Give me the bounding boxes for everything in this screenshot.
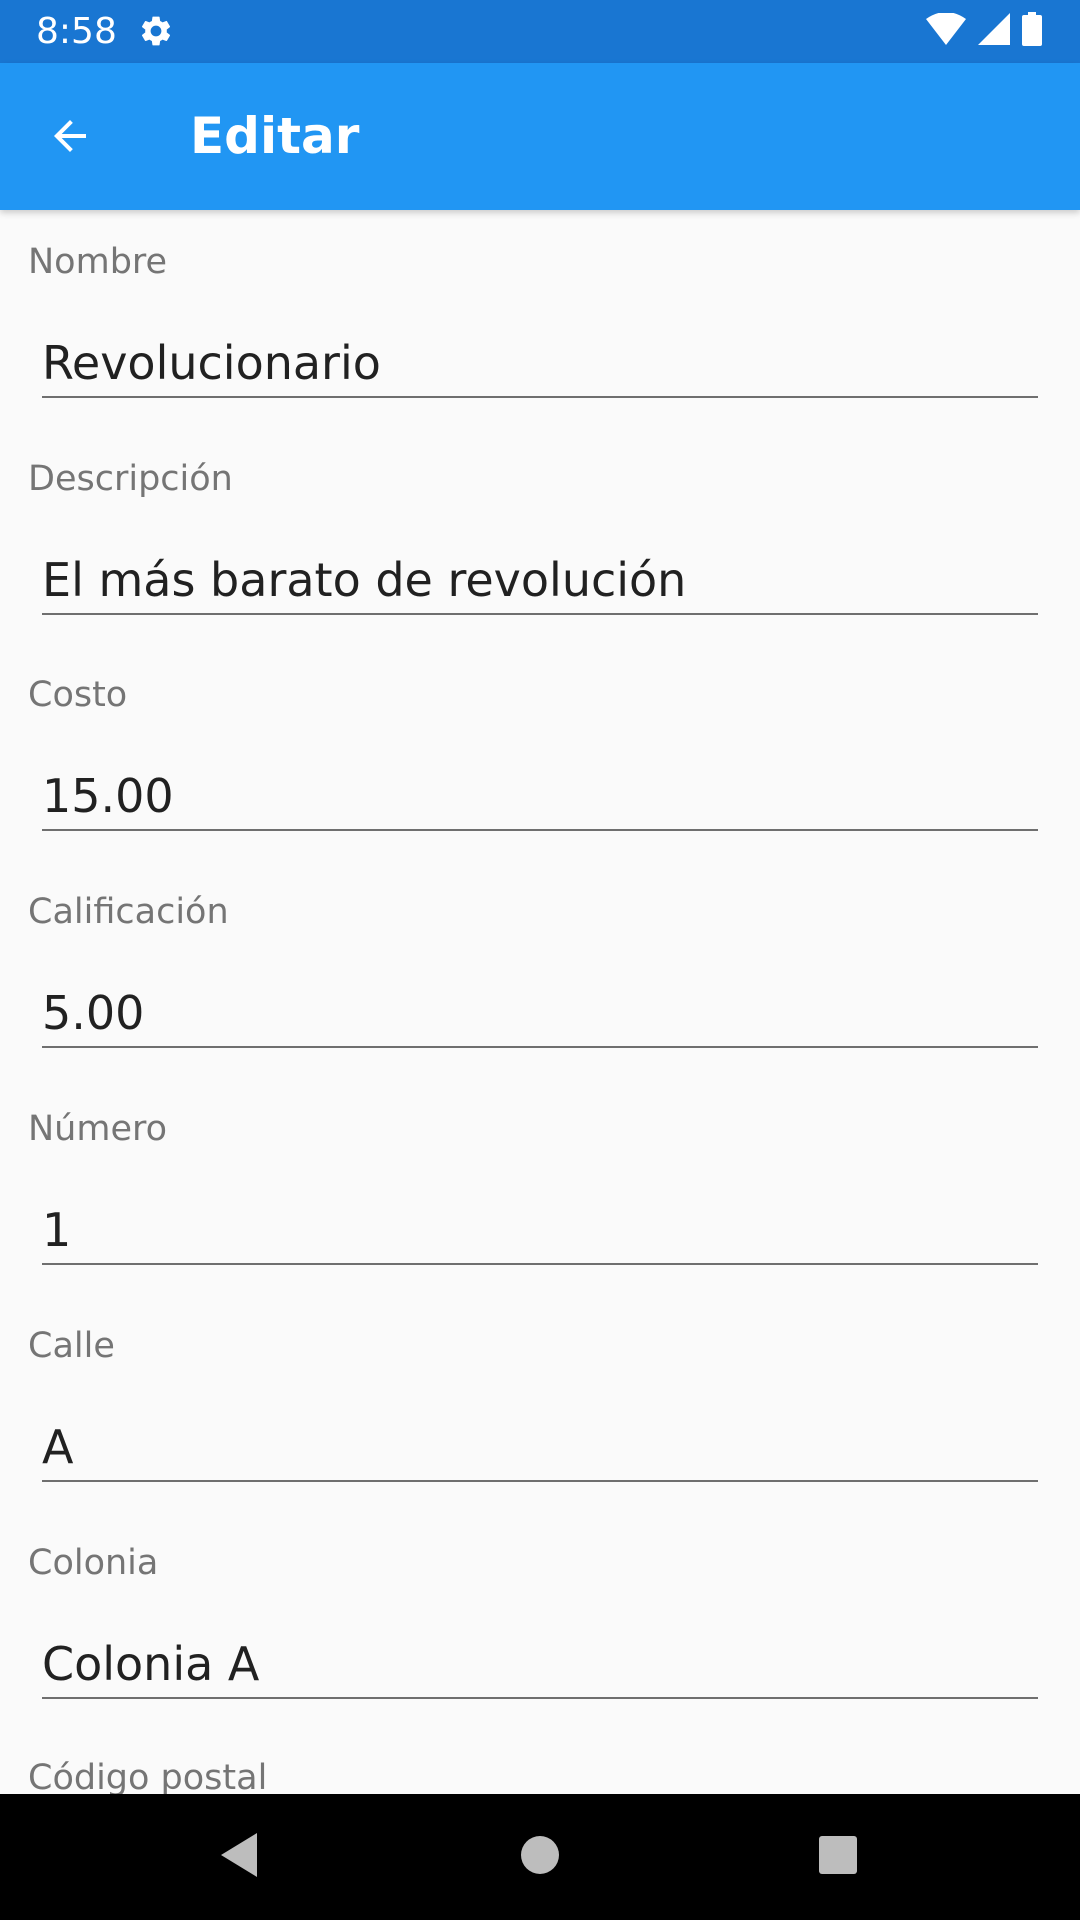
wifi-icon [926,11,966,50]
colonia-input[interactable] [42,1631,1038,1699]
field-nombre: Nombre [0,210,1080,427]
nombre-input[interactable] [42,330,1038,398]
home-circle-icon [520,1835,560,1880]
status-icons [926,11,1042,51]
status-bar: 8:58 [0,0,1080,63]
field-descripcion: Descripción [0,427,1080,644]
field-label: Calificación [28,892,229,932]
arrow-back-icon [46,112,94,165]
signal-icon [978,12,1010,50]
field-calle: Calle [0,1294,1080,1511]
field-label: Nombre [28,242,168,282]
numero-input[interactable] [42,1197,1038,1265]
field-label: Colonia [28,1543,159,1583]
nav-back-button[interactable] [204,1822,274,1892]
field-label: Número [28,1109,168,1149]
field-numero: Número [0,1077,1080,1294]
field-label: Costo [28,675,128,715]
status-time: 8:58 [36,11,117,52]
page-title: Editar [190,107,360,165]
calificacion-input[interactable] [42,980,1038,1048]
battery-icon [1022,11,1042,51]
nav-recents-button[interactable] [803,1822,873,1892]
recents-square-icon [818,1835,858,1880]
field-calificacion: Calificación [0,860,1080,1077]
gear-icon [138,13,174,49]
descripcion-input[interactable] [42,547,1038,615]
nav-home-button[interactable] [505,1822,575,1892]
screen: 8:58 Editar Nombre Revolucionario Descri… [0,0,1080,1920]
costo-input[interactable] [42,763,1038,831]
calle-input[interactable] [42,1414,1038,1482]
field-colonia: Colonia [0,1511,1080,1728]
field-label: Descripción [28,459,233,499]
system-nav-bar [0,1794,1080,1920]
app-bar: Editar [0,63,1080,210]
field-label: Calle [28,1326,115,1366]
field-costo: Costo [0,643,1080,860]
back-button[interactable] [30,103,110,173]
back-triangle-icon [217,1831,261,1884]
